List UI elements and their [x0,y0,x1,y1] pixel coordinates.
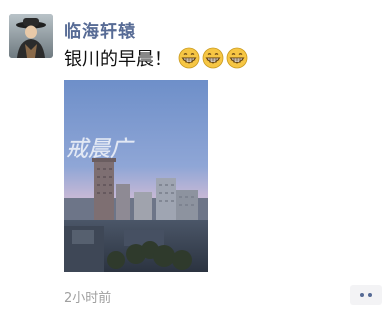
post-timestamp: 2小时前 [64,291,112,306]
post-text-row: 银川的早晨！ [64,44,248,72]
dot-icon [360,293,364,297]
moment-post: 临海轩辕 银川的早晨！ 戒晨广 2小时前 [0,0,392,319]
dot-icon [368,293,372,297]
city-morning-photo: 戒晨广 [64,80,208,272]
avatar-image [9,14,53,58]
post-text: 银川的早晨！ [64,49,172,70]
more-actions-button[interactable] [350,285,382,305]
author-name[interactable]: 临海轩辕 [64,17,136,42]
grin-emoji-icon [202,47,224,69]
grin-emoji-icon [178,47,200,69]
photo-watermark: 戒晨广 [66,137,135,162]
emoji-row [178,47,248,69]
post-photo[interactable]: 戒晨广 [64,80,208,272]
grin-emoji-icon [226,47,248,69]
avatar[interactable] [9,14,53,58]
